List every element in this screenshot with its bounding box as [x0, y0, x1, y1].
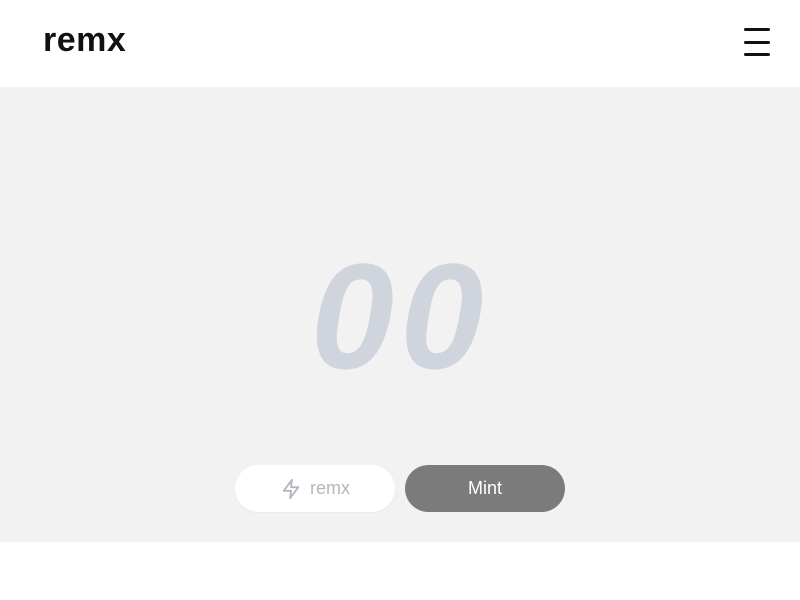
counter-display: 00	[310, 232, 490, 400]
app-header: remx	[0, 0, 800, 87]
hamburger-menu-icon[interactable]	[738, 28, 776, 56]
menu-bar-top	[744, 28, 770, 31]
logo[interactable]: remx	[43, 20, 126, 60]
action-buttons: remx Mint	[235, 465, 565, 512]
remx-button[interactable]: remx	[235, 465, 395, 512]
menu-bar-bottom	[744, 53, 770, 56]
main-panel: 00 remx Mint	[0, 87, 800, 542]
lightning-bolt-icon	[280, 478, 302, 500]
mint-button[interactable]: Mint	[405, 465, 565, 512]
remx-button-label: remx	[310, 478, 350, 498]
menu-bar-middle	[744, 40, 770, 44]
footer-area	[0, 542, 800, 600]
